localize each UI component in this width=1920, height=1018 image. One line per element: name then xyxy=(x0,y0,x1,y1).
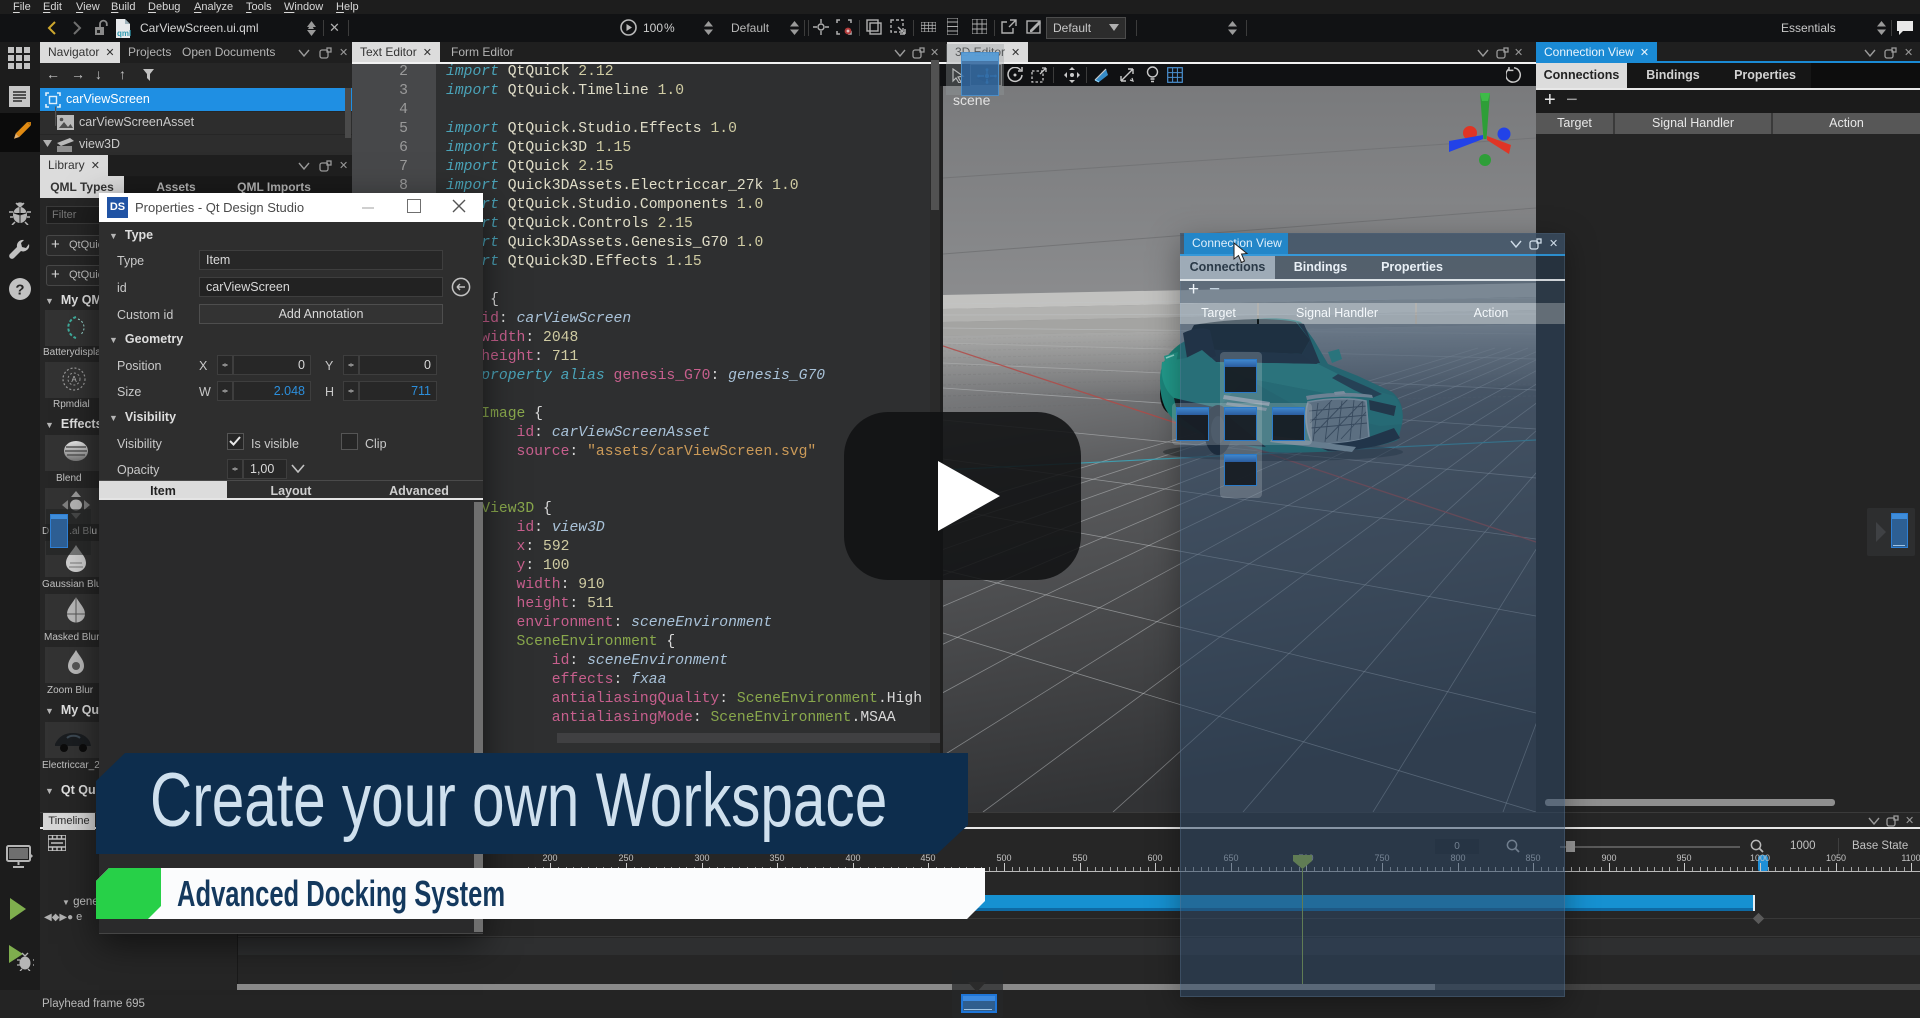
svg-text:?: ? xyxy=(15,282,24,299)
svg-text:qml: qml xyxy=(117,29,131,38)
svg-text:A: A xyxy=(71,375,77,384)
